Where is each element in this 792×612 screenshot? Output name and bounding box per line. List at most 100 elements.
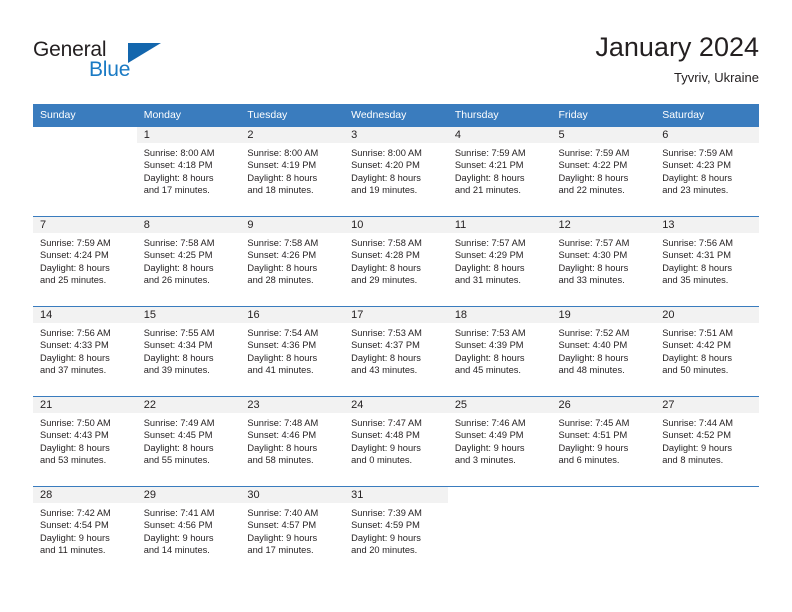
calendar-day[interactable]: 27 Sunrise: 7:44 AM Sunset: 4:52 PM Dayligh… <box>655 396 759 486</box>
calendar-day[interactable]: 18 Sunrise: 7:53 AM Sunset: 4:39 PM Dayligh… <box>447 306 552 396</box>
day-details: Sunrise: 7:47 AM Sunset: 4:48 PM Daylight:… <box>344 413 448 467</box>
day-number <box>33 127 137 143</box>
daylight-text-line1: Daylight: 8 hours <box>351 262 421 273</box>
calendar-day[interactable]: 21 Sunrise: 7:50 AM Sunset: 4:43 PM Dayligh… <box>33 396 137 486</box>
day-number: 9 <box>240 217 345 233</box>
day-details: Sunrise: 7:44 AM Sunset: 4:52 PM Daylight:… <box>655 413 759 467</box>
sunrise-text: Sunrise: 7:52 AM <box>558 328 630 338</box>
calendar-day[interactable]: 6 Sunrise: 7:59 AM Sunset: 4:23 PM Daylight… <box>655 126 759 216</box>
day-number: 30 <box>240 487 345 503</box>
sunrise-text: Sunrise: 7:59 AM <box>454 148 526 158</box>
day-details: Sunrise: 8:00 AM Sunset: 4:20 PM Daylight:… <box>344 143 448 197</box>
daylight-text-line2: and 41 minutes. <box>247 365 314 376</box>
calendar-day[interactable]: 15 Sunrise: 7:55 AM Sunset: 4:34 PM Dayligh… <box>136 306 241 396</box>
daylight-text-line2: and 39 minutes. <box>143 365 210 376</box>
calendar-day[interactable]: 13 Sunrise: 7:56 AM Sunset: 4:31 PM Dayligh… <box>655 216 759 306</box>
calendar-day[interactable]: 3 Sunrise: 8:00 AM Sunset: 4:20 PM Daylight… <box>344 126 448 216</box>
calendar-cell: 28 Sunrise: 7:42 AM Sunset: 4:54 PM Dayligh… <box>33 486 137 576</box>
daylight-text-line2: and 11 minutes. <box>40 545 106 556</box>
sunset-text: Sunset: 4:31 PM <box>662 250 731 261</box>
calendar-body: 1 Sunrise: 8:00 AM Sunset: 4:18 PM Daylight… <box>33 126 759 576</box>
daylight-text-line2: and 28 minutes. <box>247 275 314 286</box>
calendar-day[interactable]: 7 Sunrise: 7:59 AM Sunset: 4:24 PM Daylight… <box>33 216 137 306</box>
day-number: 12 <box>551 217 656 233</box>
sunrise-text: Sunrise: 7:50 AM <box>40 418 111 428</box>
brand-logo[interactable]: General Blue <box>33 38 233 90</box>
daylight-text-line2: and 43 minutes. <box>351 365 418 376</box>
daylight-text-line1: Daylight: 9 hours <box>247 532 318 543</box>
daylight-text-line1: Daylight: 8 hours <box>662 172 732 183</box>
day-number: 4 <box>447 127 552 143</box>
daylight-text-line1: Daylight: 8 hours <box>351 172 421 183</box>
calendar-week-row: 21 Sunrise: 7:50 AM Sunset: 4:43 PM Dayligh… <box>33 396 759 486</box>
calendar-day[interactable]: 2 Sunrise: 8:00 AM Sunset: 4:19 PM Daylight… <box>240 126 345 216</box>
daylight-text-line1: Daylight: 9 hours <box>351 532 421 543</box>
daylight-text-line1: Daylight: 8 hours <box>454 352 525 363</box>
sunset-text: Sunset: 4:22 PM <box>558 160 628 171</box>
calendar-day[interactable]: 1 Sunrise: 8:00 AM Sunset: 4:18 PM Daylight… <box>136 126 241 216</box>
daylight-text-line1: Daylight: 8 hours <box>40 442 110 453</box>
sunrise-text: Sunrise: 7:49 AM <box>143 418 215 428</box>
calendar-day[interactable]: 19 Sunrise: 7:52 AM Sunset: 4:40 PM Dayligh… <box>551 306 656 396</box>
day-details: Sunrise: 7:59 AM Sunset: 4:22 PM Daylight:… <box>552 143 656 197</box>
sunrise-text: Sunrise: 8:00 AM <box>143 148 215 158</box>
sunrise-text: Sunrise: 7:39 AM <box>351 508 422 518</box>
calendar-day[interactable]: 22 Sunrise: 7:49 AM Sunset: 4:45 PM Dayligh… <box>136 396 241 486</box>
day-number: 19 <box>551 307 656 323</box>
daylight-text-line1: Daylight: 8 hours <box>247 172 318 183</box>
calendar-day-empty <box>447 486 552 576</box>
calendar-cell <box>447 486 552 576</box>
calendar-day[interactable]: 14 Sunrise: 7:56 AM Sunset: 4:33 PM Dayligh… <box>33 306 137 396</box>
calendar-page: General Blue January 2024 Tyvriv, Ukrain… <box>0 0 792 612</box>
calendar-day[interactable]: 12 Sunrise: 7:57 AM Sunset: 4:30 PM Dayligh… <box>551 216 656 306</box>
calendar-day[interactable]: 20 Sunrise: 7:51 AM Sunset: 4:42 PM Dayligh… <box>655 306 759 396</box>
sunrise-text: Sunrise: 7:45 AM <box>558 418 630 428</box>
sunset-text: Sunset: 4:39 PM <box>454 340 524 351</box>
day-number: 2 <box>240 127 345 143</box>
calendar-day[interactable]: 17 Sunrise: 7:53 AM Sunset: 4:37 PM Dayligh… <box>344 306 448 396</box>
daylight-text-line1: Daylight: 9 hours <box>40 532 110 543</box>
calendar-cell: 3 Sunrise: 8:00 AM Sunset: 4:20 PM Daylight… <box>344 126 448 216</box>
brand-name-blue: Blue <box>89 58 131 81</box>
day-details: Sunrise: 7:57 AM Sunset: 4:30 PM Daylight:… <box>552 233 656 287</box>
calendar-day[interactable]: 28 Sunrise: 7:42 AM Sunset: 4:54 PM Dayligh… <box>33 486 137 576</box>
calendar-day[interactable]: 8 Sunrise: 7:58 AM Sunset: 4:25 PM Daylight… <box>136 216 241 306</box>
daylight-text-line1: Daylight: 8 hours <box>558 262 629 273</box>
calendar-day[interactable]: 30 Sunrise: 7:40 AM Sunset: 4:57 PM Dayligh… <box>240 486 345 576</box>
calendar-day[interactable]: 29 Sunrise: 7:41 AM Sunset: 4:56 PM Dayligh… <box>136 486 241 576</box>
calendar-day[interactable]: 23 Sunrise: 7:48 AM Sunset: 4:46 PM Dayligh… <box>240 396 345 486</box>
sunset-text: Sunset: 4:43 PM <box>40 430 109 441</box>
calendar-cell: 11 Sunrise: 7:57 AM Sunset: 4:29 PM Dayligh… <box>447 216 552 306</box>
calendar-day[interactable]: 16 Sunrise: 7:54 AM Sunset: 4:36 PM Dayligh… <box>240 306 345 396</box>
day-number: 28 <box>33 487 137 503</box>
day-number: 20 <box>655 307 759 323</box>
calendar-day[interactable]: 31 Sunrise: 7:39 AM Sunset: 4:59 PM Dayligh… <box>344 486 448 576</box>
sunrise-text: Sunrise: 7:59 AM <box>662 148 734 158</box>
sunrise-text: Sunrise: 7:40 AM <box>247 508 319 518</box>
calendar-day[interactable]: 24 Sunrise: 7:47 AM Sunset: 4:48 PM Dayligh… <box>344 396 448 486</box>
sunset-text: Sunset: 4:24 PM <box>40 250 109 261</box>
daylight-text-line2: and 29 minutes. <box>351 275 418 286</box>
day-details: Sunrise: 7:58 AM Sunset: 4:28 PM Daylight:… <box>344 233 448 287</box>
sunset-text: Sunset: 4:21 PM <box>454 160 524 171</box>
daylight-text-line2: and 17 minutes. <box>143 185 210 196</box>
calendar-day[interactable]: 9 Sunrise: 7:58 AM Sunset: 4:26 PM Daylight… <box>240 216 345 306</box>
daylight-text-line1: Daylight: 8 hours <box>247 352 318 363</box>
daylight-text-line2: and 37 minutes. <box>40 365 107 376</box>
day-details: Sunrise: 7:54 AM Sunset: 4:36 PM Daylight:… <box>240 323 344 377</box>
day-details: Sunrise: 7:56 AM Sunset: 4:31 PM Daylight:… <box>655 233 759 287</box>
sunset-text: Sunset: 4:20 PM <box>351 160 420 171</box>
daylight-text-line2: and 31 minutes. <box>454 275 521 286</box>
sunrise-text: Sunrise: 7:46 AM <box>454 418 526 428</box>
calendar-day[interactable]: 26 Sunrise: 7:45 AM Sunset: 4:51 PM Dayligh… <box>551 396 656 486</box>
calendar-cell: 17 Sunrise: 7:53 AM Sunset: 4:37 PM Dayligh… <box>344 306 448 396</box>
calendar-day[interactable]: 5 Sunrise: 7:59 AM Sunset: 4:22 PM Daylight… <box>551 126 656 216</box>
calendar-day[interactable]: 11 Sunrise: 7:57 AM Sunset: 4:29 PM Dayligh… <box>447 216 552 306</box>
day-details: Sunrise: 7:49 AM Sunset: 4:45 PM Daylight:… <box>137 413 241 467</box>
sunset-text: Sunset: 4:57 PM <box>247 520 317 531</box>
calendar-day[interactable]: 10 Sunrise: 7:58 AM Sunset: 4:28 PM Dayligh… <box>344 216 448 306</box>
sunrise-text: Sunrise: 8:00 AM <box>351 148 422 158</box>
calendar-day[interactable]: 25 Sunrise: 7:46 AM Sunset: 4:49 PM Dayligh… <box>447 396 552 486</box>
page-title: January 2024 <box>595 32 759 62</box>
calendar-day[interactable]: 4 Sunrise: 7:59 AM Sunset: 4:21 PM Daylight… <box>447 126 552 216</box>
